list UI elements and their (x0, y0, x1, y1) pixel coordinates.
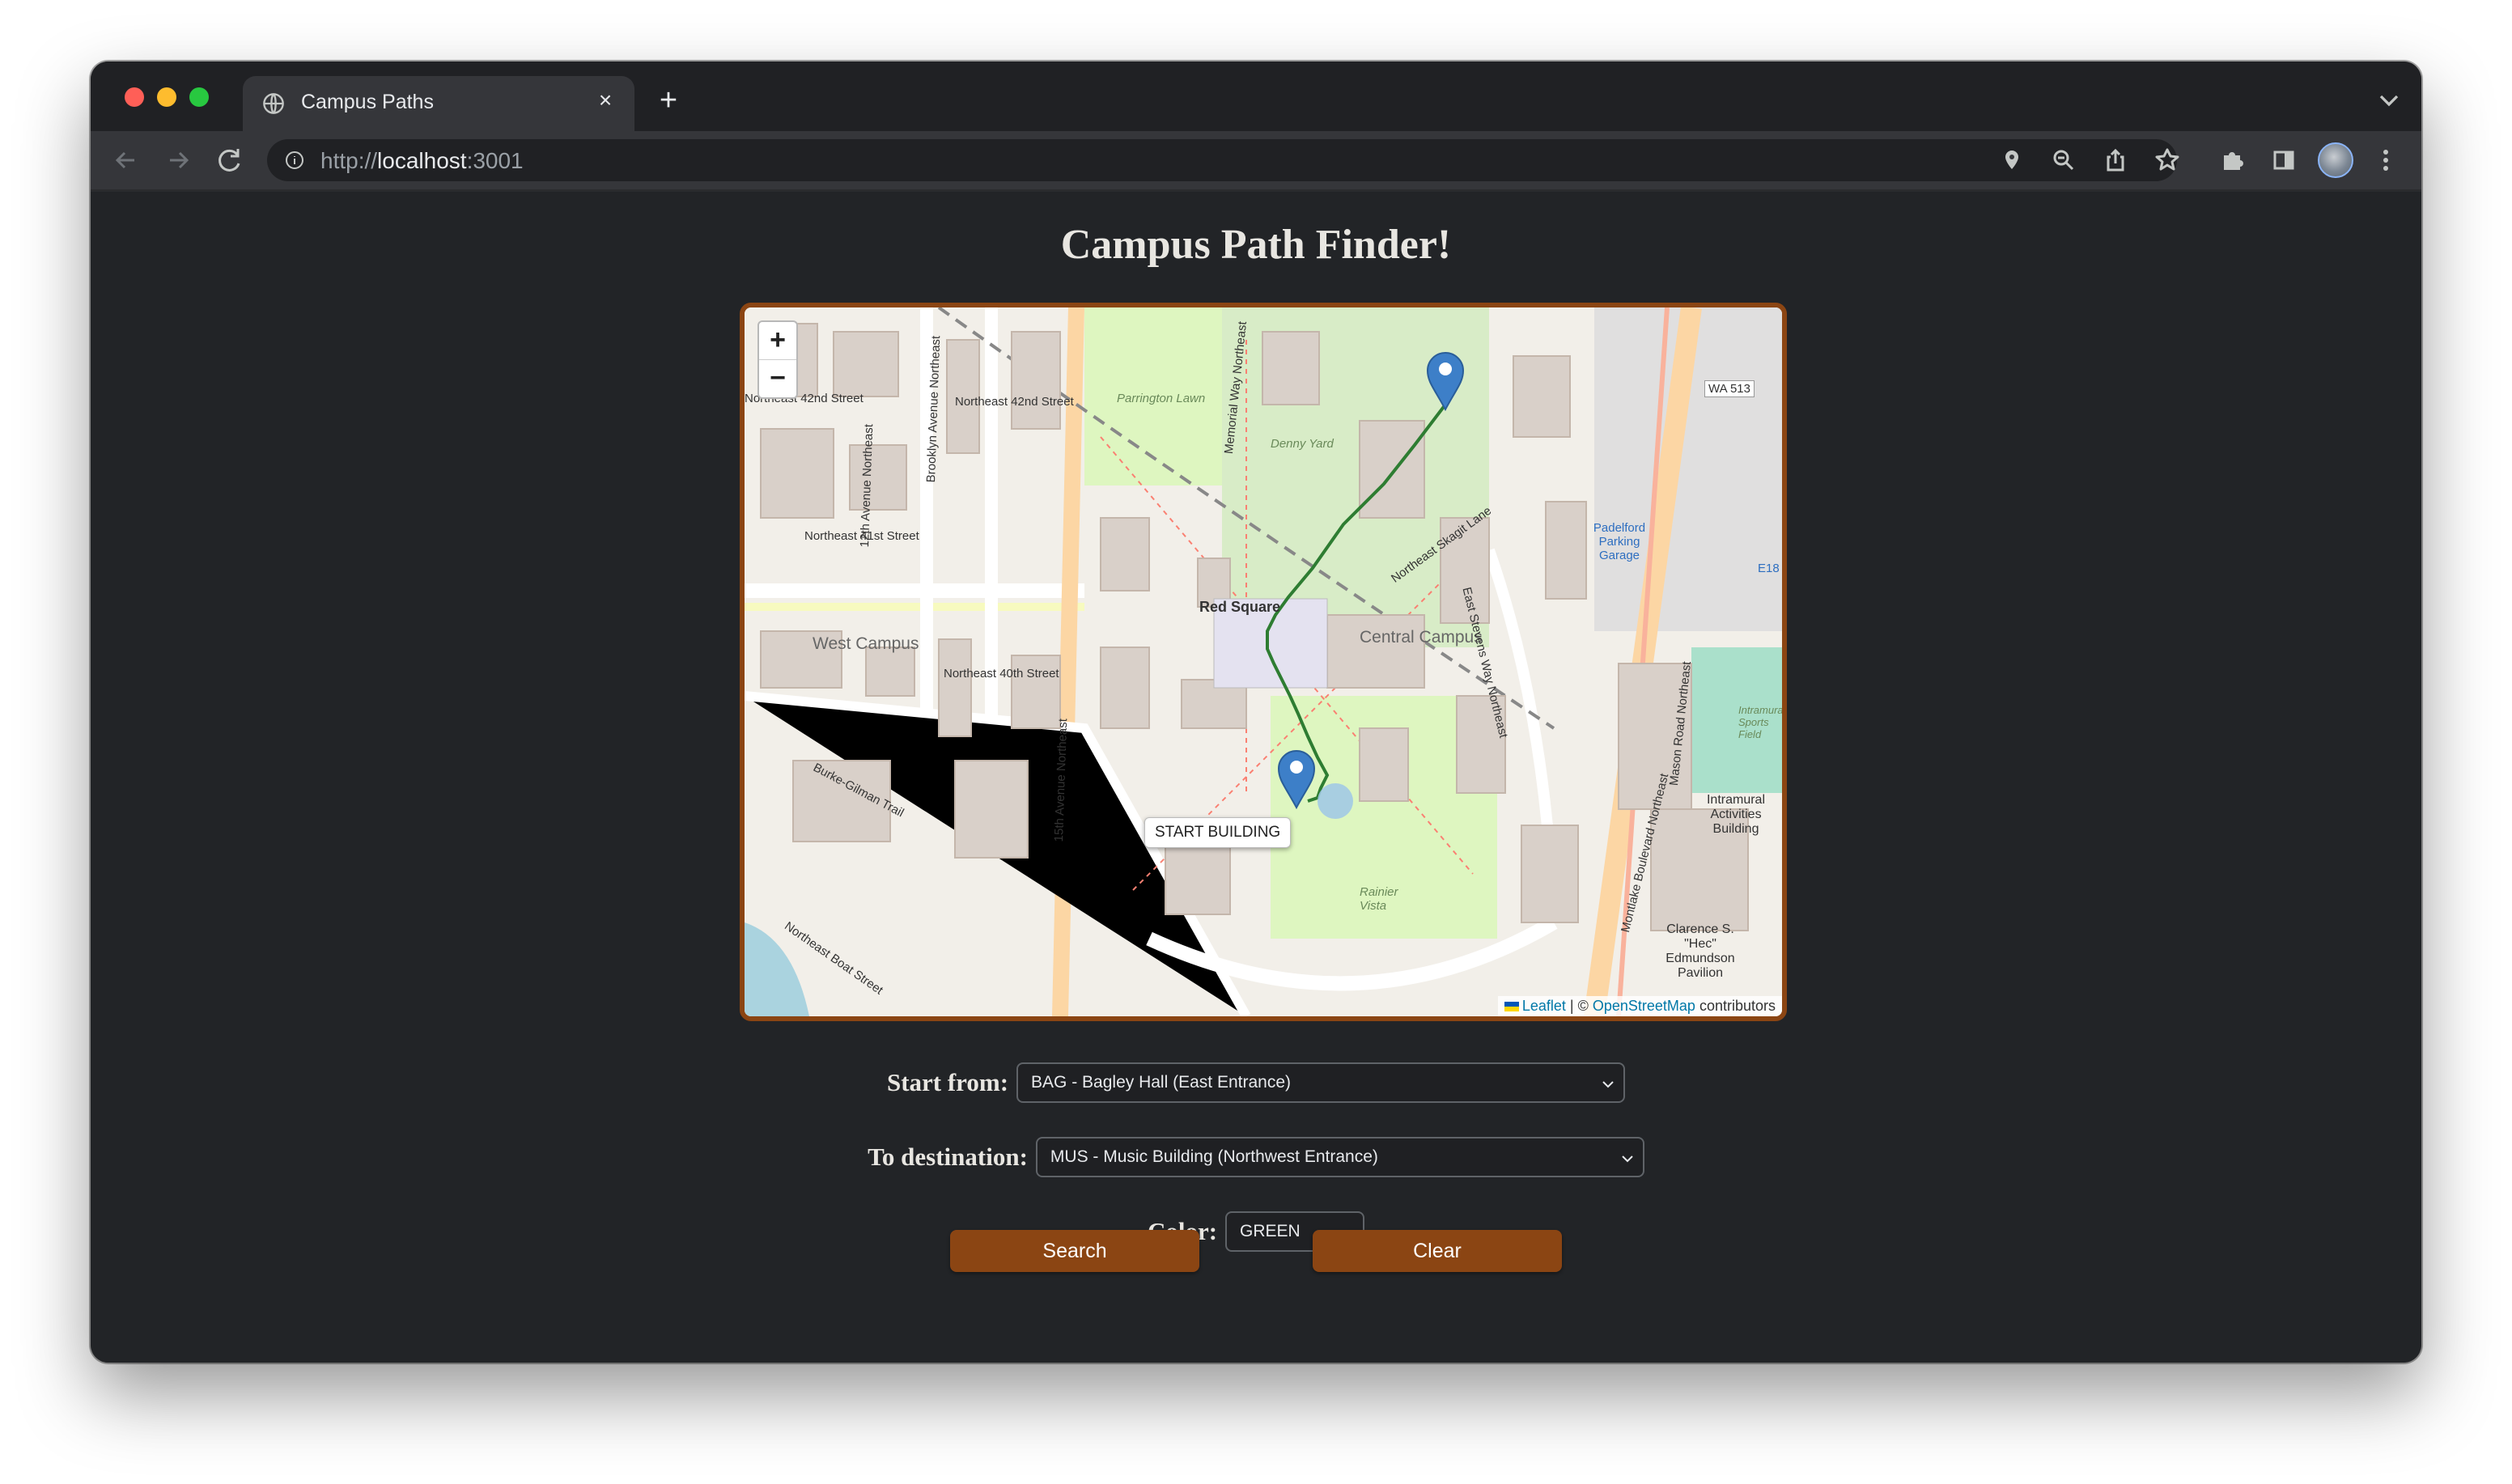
extensions-puzzle-icon[interactable] (2213, 141, 2251, 180)
start-label: Start from: (886, 1068, 1009, 1096)
destination-select-value: MUS - Music Building (Northwest Entrance… (1050, 1147, 1378, 1166)
minimize-window-button[interactable] (157, 87, 176, 107)
zoom-icon[interactable] (2044, 141, 2083, 180)
address-bar[interactable]: http://localhost:3001 (267, 139, 2177, 181)
map-attribution: Leaflet | © OpenStreetMap contributors (1497, 996, 1782, 1016)
map-label-padelford: Padelford Parking Garage (1593, 521, 1646, 562)
menu-kebab-icon[interactable] (2366, 141, 2405, 180)
bookmark-star-icon[interactable] (2148, 141, 2187, 180)
browser-tab[interactable]: Campus Paths × (243, 76, 634, 131)
map-label-ne-40th: Northeast 40th Street (944, 667, 1059, 681)
zoom-out-button[interactable]: − (759, 360, 796, 397)
map-label-clarence: Clarence S. "Hec" Edmundson Pavilion (1665, 922, 1735, 980)
ukraine-flag-icon (1504, 1002, 1519, 1011)
map-container[interactable]: Red Square Central Campus West Campus No… (740, 303, 1787, 1021)
map-label-central-campus: Central Campus (1360, 628, 1483, 647)
attribution-separator: | © (1565, 998, 1593, 1014)
profile-avatar[interactable] (2318, 142, 2353, 178)
share-icon[interactable] (2096, 141, 2135, 180)
map-label-parrington: Parrington Lawn (1117, 392, 1206, 405)
reload-icon[interactable] (210, 141, 249, 180)
map-label-ima: Intramural Activities Building (1706, 793, 1766, 836)
map-label-ne-42nd-east: Northeast 42nd Street (955, 395, 1074, 409)
map-label-wa513: WA 513 (1704, 380, 1755, 397)
chevron-down-icon (1622, 1155, 1633, 1163)
map-label-red-square: Red Square (1199, 599, 1281, 615)
attribution-contributors: contributors (1695, 998, 1776, 1014)
map-label-intramural-sports: Intramural Sports Field (1738, 704, 1786, 740)
search-button[interactable]: Search (950, 1230, 1199, 1272)
browser-toolbar: http://localhost:3001 (91, 131, 2421, 192)
tab-close-icon[interactable]: × (589, 84, 622, 117)
back-arrow-icon[interactable] (107, 141, 146, 180)
side-panel-icon[interactable] (2264, 141, 2303, 180)
zoom-window-button[interactable] (189, 87, 209, 107)
map-label-rainier: Rainier Vista (1360, 885, 1398, 913)
close-window-button[interactable] (125, 87, 144, 107)
zoom-in-button[interactable]: + (759, 322, 796, 360)
leaflet-link[interactable]: Leaflet (1522, 998, 1566, 1014)
url-text: http://localhost:3001 (320, 148, 524, 173)
clear-button[interactable]: Clear (1313, 1230, 1562, 1272)
new-tab-button[interactable]: + (649, 81, 688, 120)
chevron-down-icon (1602, 1081, 1614, 1088)
destination-select[interactable]: MUS - Music Building (Northwest Entrance… (1035, 1137, 1644, 1177)
map-zoom-control: + − (757, 320, 798, 399)
map-label-e18: E18 (1758, 562, 1780, 575)
browser-window: Campus Paths × + http://localhost:3001 C… (91, 61, 2421, 1363)
color-select-value: GREEN (1240, 1222, 1301, 1240)
color-row: Color:GREEN (91, 1211, 2421, 1252)
location-pin-icon[interactable] (1992, 141, 2031, 180)
forward-arrow-icon[interactable] (159, 141, 197, 180)
map-label-denny: Denny Yard (1271, 437, 1334, 451)
start-select-value: BAG - Bagley Hall (East Entrance) (1031, 1073, 1291, 1092)
osm-link[interactable]: OpenStreetMap (1593, 998, 1695, 1014)
start-building-tooltip: START BUILDING (1144, 817, 1292, 848)
page-content: Campus Path Finder! Red Square Central C… (91, 192, 2421, 1363)
destination-label: To destination: (868, 1143, 1028, 1171)
tab-search-chevron-icon[interactable] (2373, 84, 2405, 117)
page-title: Campus Path Finder! (1060, 222, 1452, 268)
tab-strip: Campus Paths × + (91, 61, 2421, 131)
globe-icon (263, 93, 284, 114)
start-select[interactable]: BAG - Bagley Hall (East Entrance) (1016, 1062, 1626, 1103)
start-row: Start from: BAG - Bagley Hall (East Entra… (91, 1062, 2421, 1103)
site-info-icon[interactable] (285, 151, 304, 170)
tab-title: Campus Paths (301, 91, 434, 113)
destination-row: To destination: MUS - Music Building (Nor… (91, 1137, 2421, 1177)
map-label-west-campus: West Campus (813, 634, 919, 653)
